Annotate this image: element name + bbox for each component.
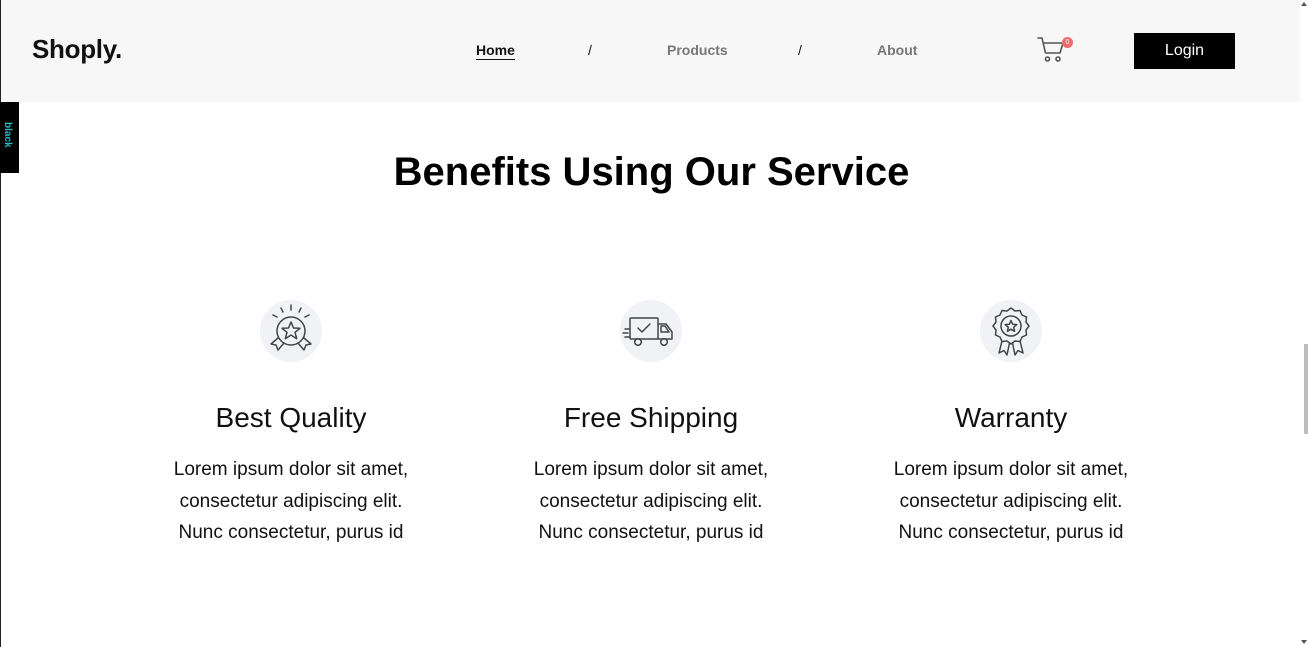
benefit-title: Free Shipping [563,402,739,433]
page-scrollbar[interactable] [1300,0,1309,647]
benefit-description: Lorem ipsum dolor sit amet, consectetur … [533,459,769,543]
scrollbar-thumb[interactable] [1304,344,1308,434]
benefit-description: Lorem ipsum dolor sit amet, consectetur … [893,459,1129,543]
side-tab-label: black [2,122,13,148]
nav-link-about[interactable]: About [877,42,917,58]
login-button[interactable]: Login [1134,33,1235,69]
section-title: Benefits Using Our Service [393,150,910,194]
benefit-card-best-quality: Best Quality Lorem ipsum dolor sit amet,… [141,300,441,549]
cart-icon [1037,37,1064,62]
benefit-description: Lorem ipsum dolor sit amet, consectetur … [173,459,409,543]
nav-link-home[interactable]: Home [476,42,515,60]
benefit-card-free-shipping: Free Shipping Lorem ipsum dolor sit amet… [501,300,801,549]
scroll-down-arrow-icon[interactable] [1301,640,1307,644]
warranty-badge-icon [980,300,1042,362]
nav-separator: / [798,42,802,58]
cart-button[interactable]: 0 [1036,34,1073,68]
brand-logo[interactable]: Shoply. [32,34,122,65]
benefit-card-warranty: Warranty Lorem ipsum dolor sit amet, con… [861,300,1161,549]
benefit-title: Best Quality [215,402,367,433]
delivery-truck-icon [620,300,682,362]
award-star-icon [260,300,322,362]
benefit-title: Warranty [954,402,1068,433]
scroll-up-arrow-icon[interactable] [1301,2,1307,6]
nav-link-products[interactable]: Products [667,42,728,58]
cart-count-badge: 0 [1062,37,1073,48]
nav-separator: / [588,42,592,58]
top-navbar: Shoply. Home / Products / About 0 Login [1,0,1300,102]
